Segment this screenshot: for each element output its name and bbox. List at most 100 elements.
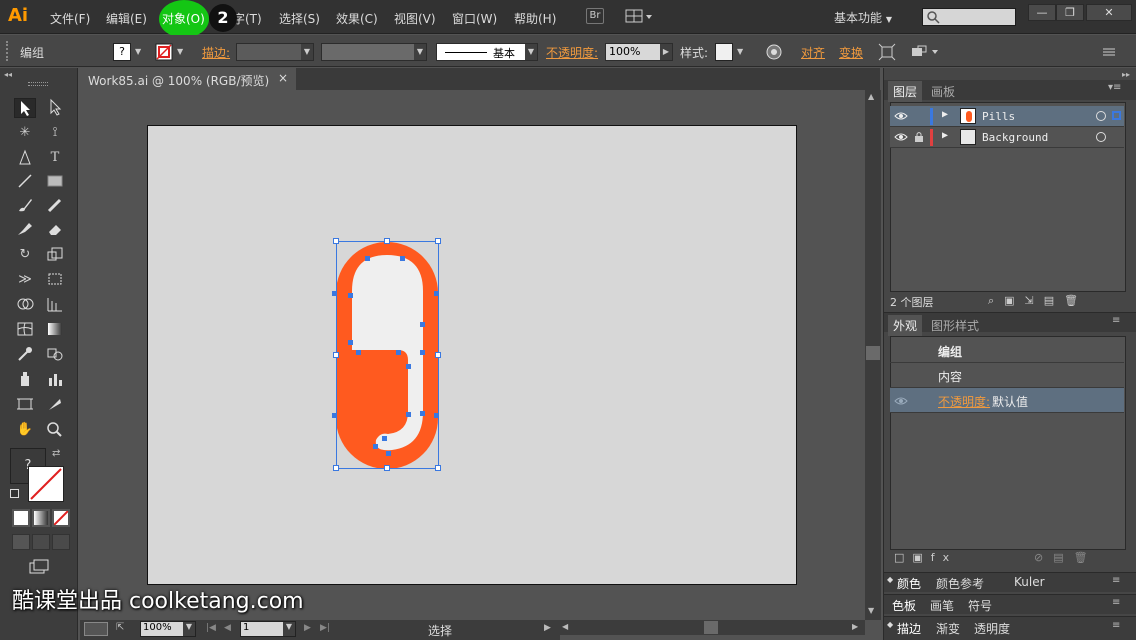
menu-window[interactable]: 窗口(W) [452,10,497,27]
horizontal-scrollbar[interactable]: ◀ ▶ [560,620,865,635]
appearance-footer-icons[interactable]: □▣fx [894,551,957,564]
artboard[interactable] [147,125,797,585]
selection-tool-icon[interactable] [14,98,36,118]
fill-dropdown[interactable]: ? ▼ [113,43,147,61]
selection-bounding-box[interactable] [333,238,441,471]
last-artboard-icon[interactable]: ▶| [320,623,330,633]
layers-footer-icons[interactable]: ⌕▣⇲▤🗑 [988,294,1088,308]
symbol-sprayer-tool-icon[interactable] [14,370,36,390]
next-artboard-icon[interactable]: ▶ [304,623,311,633]
tab-stroke[interactable]: 描边 [897,620,921,637]
line-tool-icon[interactable] [14,172,36,192]
expand-layer-icon[interactable]: ▶ [942,130,948,141]
layer-name[interactable]: Background [982,131,1048,144]
tab-kuler[interactable]: Kuler [1014,575,1045,589]
stroke-box[interactable] [28,466,64,502]
panel-menu-icon[interactable]: ≡ [1112,620,1120,631]
variable-width-dropdown[interactable]: ▼ [321,43,427,61]
vertical-scrollbar[interactable]: ▲ ▼ [865,90,881,620]
lasso-tool-icon[interactable]: ⟟ [44,123,66,143]
perspective-grid-tool-icon[interactable] [44,295,66,315]
panel-menu-icon[interactable]: ≡ [1112,575,1120,586]
tab-color-guide[interactable]: 颜色参考 [936,575,984,592]
paintbrush-tool-icon[interactable] [14,196,36,216]
menu-edit[interactable]: 编辑(E) [106,10,147,27]
opacity-field[interactable]: 100% ▶ [605,43,673,61]
direct-selection-tool-icon[interactable] [44,98,66,118]
tab-color[interactable]: 颜色 [897,575,921,592]
eye-icon[interactable] [894,131,908,143]
appearance-opacity-label[interactable]: 不透明度: [938,393,990,410]
draw-behind-icon[interactable] [32,534,50,550]
menu-object[interactable]: 对象(O) [162,10,205,27]
workspace-switcher[interactable]: 基本功能 ▼ [834,9,892,26]
tab-graphic-styles[interactable]: 图形样式 [926,315,984,336]
appearance-opacity-row[interactable]: 不透明度: 默认值 [890,388,1124,413]
prev-artboard-icon[interactable]: ◀ [224,623,231,633]
type-tool-icon[interactable]: T [44,148,66,168]
close-button[interactable]: ✕ [1086,4,1132,21]
appearance-panel-menu-icon[interactable]: ≡ [1112,315,1120,326]
stroke-dropdown[interactable]: ▼ [155,43,189,61]
appearance-contents-row[interactable]: 内容 [890,363,1124,388]
resize-handle-nw[interactable] [333,238,339,244]
slice-tool-icon[interactable] [44,395,66,415]
menu-effect[interactable]: 效果(C) [336,10,378,27]
magic-wand-tool-icon[interactable]: ✳ [14,123,36,143]
menu-help[interactable]: 帮助(H) [514,10,556,27]
arrange-documents-icon[interactable] [625,8,653,24]
arrange-dropdown-icon[interactable] [910,43,942,61]
draw-normal-icon[interactable] [12,534,30,550]
pen-tool-icon[interactable] [14,148,36,168]
blob-brush-tool-icon[interactable] [14,220,36,240]
swap-fill-stroke-icon[interactable]: ⇄ [52,448,60,459]
resize-handle-s[interactable] [384,465,390,471]
zoom-field[interactable]: 100% ▼ [140,621,196,637]
tab-swatches[interactable]: 色板 [892,597,916,614]
screen-mode-icon[interactable] [28,558,50,576]
menu-view[interactable]: 视图(V) [394,10,436,27]
help-search-input[interactable] [922,8,1016,26]
resize-handle-n[interactable] [384,238,390,244]
rectangle-tool-icon[interactable] [44,172,66,192]
none-mode-icon[interactable] [52,509,70,527]
column-graph-tool-icon[interactable] [44,370,66,390]
expand-layer-icon[interactable]: ▶ [942,109,948,120]
tab-appearance[interactable]: 外观 [888,315,923,336]
zoom-tool-icon[interactable] [44,420,66,440]
align-link[interactable]: 对齐 [801,44,825,61]
tab-brushes[interactable]: 画笔 [930,597,954,614]
opacity-label[interactable]: 不透明度: [546,44,598,61]
width-tool-icon[interactable]: ≫ [14,270,36,290]
mesh-tool-icon[interactable] [14,320,36,340]
rotate-tool-icon[interactable]: ↻ [14,245,36,265]
eraser-tool-icon[interactable] [44,220,66,240]
isolate-group-icon[interactable] [878,43,896,61]
close-tab-icon[interactable]: × [278,71,288,85]
collapse-dock-icon[interactable]: ▸▸ [1122,70,1130,79]
resize-handle-sw[interactable] [333,465,339,471]
layer-name[interactable]: Pills [982,110,1015,123]
restore-button[interactable]: ❐ [1056,4,1084,21]
tab-artboards[interactable]: 画板 [926,81,960,102]
minimize-button[interactable]: — [1028,4,1056,21]
status-menu-icon[interactable]: ▶ [544,623,551,633]
free-transform-tool-icon[interactable] [44,270,66,290]
layer-target-icon[interactable] [1096,111,1106,121]
resize-handle-e[interactable] [435,352,441,358]
tab-layers[interactable]: 图层 [888,81,923,102]
eye-icon[interactable] [894,395,908,407]
vertical-scroll-thumb[interactable] [866,346,880,360]
pencil-tool-icon[interactable] [44,196,66,216]
tab-symbols[interactable]: 符号 [968,597,992,614]
lock-icon[interactable] [914,131,924,143]
panel-menu-icon[interactable]: ≡ [1112,597,1120,608]
layer-target-icon[interactable] [1096,132,1106,142]
gradient-mode-icon[interactable] [32,509,50,527]
menu-select[interactable]: 选择(S) [279,10,320,27]
style-dropdown[interactable]: ▼ [715,43,749,61]
hand-tool-icon[interactable]: ✋ [14,420,36,440]
document-tab[interactable]: Work85.ai @ 100% (RGB/预览) × [80,68,296,90]
draw-inside-icon[interactable] [52,534,70,550]
gradient-tool-icon[interactable] [44,320,66,340]
